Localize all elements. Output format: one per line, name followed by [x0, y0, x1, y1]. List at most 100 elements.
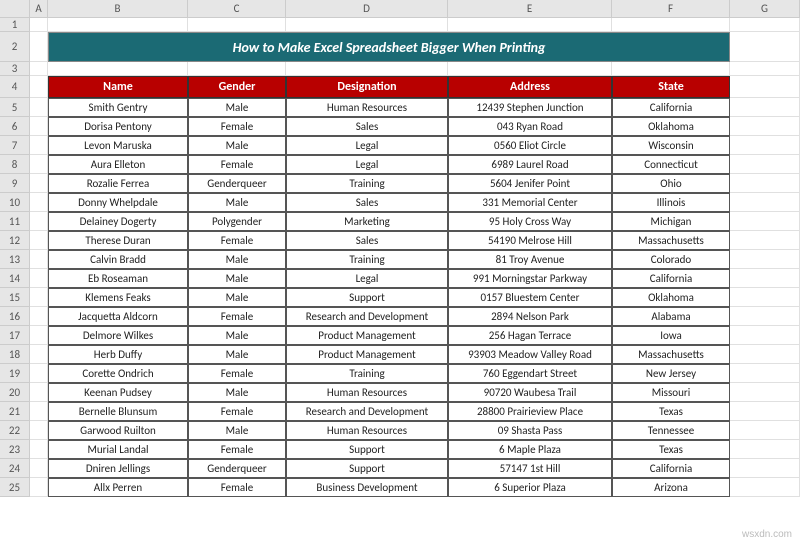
- cell-name[interactable]: Therese Duran: [48, 231, 188, 250]
- empty-cell[interactable]: [612, 62, 730, 76]
- cell-gender[interactable]: Male: [188, 269, 286, 288]
- cell-designation[interactable]: Legal: [286, 155, 448, 174]
- cell-address[interactable]: 043 Ryan Road: [448, 117, 612, 136]
- cell-gender[interactable]: Male: [188, 421, 286, 440]
- cell-gender[interactable]: Genderqueer: [188, 459, 286, 478]
- cell-gender[interactable]: Polygender: [188, 212, 286, 231]
- cell-address[interactable]: 90720 Waubesa Trail: [448, 383, 612, 402]
- row-header-23[interactable]: 23: [0, 440, 30, 459]
- empty-cell[interactable]: [730, 307, 800, 326]
- empty-cell[interactable]: [448, 18, 612, 32]
- cell-gender[interactable]: Male: [188, 326, 286, 345]
- header-state[interactable]: State: [612, 76, 730, 98]
- cell-state[interactable]: Connecticut: [612, 155, 730, 174]
- cell-state[interactable]: New Jersey: [612, 364, 730, 383]
- cell-gender[interactable]: Male: [188, 136, 286, 155]
- page-title[interactable]: How to Make Excel Spreadsheet Bigger Whe…: [48, 32, 730, 62]
- cell-designation[interactable]: Training: [286, 250, 448, 269]
- cell-gender[interactable]: Female: [188, 307, 286, 326]
- empty-cell[interactable]: [30, 459, 48, 478]
- cell-name[interactable]: Eb Roseaman: [48, 269, 188, 288]
- cell-name[interactable]: Levon Maruska: [48, 136, 188, 155]
- header-gender[interactable]: Gender: [188, 76, 286, 98]
- cell-name[interactable]: Allx Perren: [48, 478, 188, 497]
- cell-name[interactable]: Smith Gentry: [48, 98, 188, 117]
- cell-name[interactable]: Delainey Dogerty: [48, 212, 188, 231]
- cell-designation[interactable]: Business Development: [286, 478, 448, 497]
- cell-designation[interactable]: Legal: [286, 269, 448, 288]
- empty-cell[interactable]: [30, 440, 48, 459]
- row-header-15[interactable]: 15: [0, 288, 30, 307]
- cell-state[interactable]: Illinois: [612, 193, 730, 212]
- cell-designation[interactable]: Human Resources: [286, 98, 448, 117]
- row-header-9[interactable]: 9: [0, 174, 30, 193]
- cell-address[interactable]: 0560 Eliot Circle: [448, 136, 612, 155]
- empty-cell[interactable]: [730, 62, 800, 76]
- cell-name[interactable]: Dniren Jellings: [48, 459, 188, 478]
- cell-state[interactable]: Texas: [612, 402, 730, 421]
- empty-cell[interactable]: [286, 18, 448, 32]
- cell-address[interactable]: 28800 Prairieview Place: [448, 402, 612, 421]
- cell-gender[interactable]: Female: [188, 155, 286, 174]
- cell-designation[interactable]: Human Resources: [286, 421, 448, 440]
- select-all-corner[interactable]: [0, 0, 30, 17]
- cell-state[interactable]: Oklahoma: [612, 288, 730, 307]
- cell-designation[interactable]: Training: [286, 364, 448, 383]
- cell-name[interactable]: Jacquetta Aldcorn: [48, 307, 188, 326]
- cell-name[interactable]: Rozalie Ferrea: [48, 174, 188, 193]
- empty-cell[interactable]: [730, 231, 800, 250]
- empty-cell[interactable]: [30, 288, 48, 307]
- cell-gender[interactable]: Male: [188, 288, 286, 307]
- row-header-2[interactable]: 2: [0, 32, 30, 62]
- cell-gender[interactable]: Male: [188, 345, 286, 364]
- empty-cell[interactable]: [30, 155, 48, 174]
- cell-designation[interactable]: Sales: [286, 193, 448, 212]
- cell-designation[interactable]: Support: [286, 459, 448, 478]
- cell-gender[interactable]: Male: [188, 250, 286, 269]
- empty-cell[interactable]: [30, 18, 48, 32]
- row-header-11[interactable]: 11: [0, 212, 30, 231]
- row-header-21[interactable]: 21: [0, 402, 30, 421]
- empty-cell[interactable]: [30, 98, 48, 117]
- empty-cell[interactable]: [730, 76, 800, 98]
- cell-state[interactable]: Arizona: [612, 478, 730, 497]
- empty-cell[interactable]: [730, 250, 800, 269]
- cell-gender[interactable]: Female: [188, 402, 286, 421]
- empty-cell[interactable]: [730, 383, 800, 402]
- cell-designation[interactable]: Research and Development: [286, 402, 448, 421]
- cell-designation[interactable]: Product Management: [286, 345, 448, 364]
- cell-name[interactable]: Dorisa Pentony: [48, 117, 188, 136]
- cell-state[interactable]: Iowa: [612, 326, 730, 345]
- cell-state[interactable]: Alabama: [612, 307, 730, 326]
- cell-state[interactable]: California: [612, 459, 730, 478]
- cell-gender[interactable]: Female: [188, 364, 286, 383]
- cell-address[interactable]: 6 Maple Plaza: [448, 440, 612, 459]
- cell-address[interactable]: 93903 Meadow Valley Road: [448, 345, 612, 364]
- cell-name[interactable]: Bernelle Blunsum: [48, 402, 188, 421]
- row-header-10[interactable]: 10: [0, 193, 30, 212]
- row-header-13[interactable]: 13: [0, 250, 30, 269]
- row-header-12[interactable]: 12: [0, 231, 30, 250]
- cell-state[interactable]: California: [612, 269, 730, 288]
- empty-cell[interactable]: [30, 326, 48, 345]
- cell-name[interactable]: Delmore Wilkes: [48, 326, 188, 345]
- empty-cell[interactable]: [730, 269, 800, 288]
- empty-cell[interactable]: [730, 18, 800, 32]
- empty-cell[interactable]: [730, 212, 800, 231]
- row-header-1[interactable]: 1: [0, 18, 30, 32]
- empty-cell[interactable]: [730, 326, 800, 345]
- empty-cell[interactable]: [730, 155, 800, 174]
- col-header-F[interactable]: F: [612, 0, 730, 17]
- cell-state[interactable]: California: [612, 98, 730, 117]
- cell-address[interactable]: 57147 1st Hill: [448, 459, 612, 478]
- cell-state[interactable]: Massachusetts: [612, 231, 730, 250]
- row-header-20[interactable]: 20: [0, 383, 30, 402]
- cell-gender[interactable]: Male: [188, 193, 286, 212]
- col-header-A[interactable]: A: [30, 0, 48, 17]
- empty-cell[interactable]: [30, 212, 48, 231]
- cell-address[interactable]: 5604 Jenifer Point: [448, 174, 612, 193]
- row-header-6[interactable]: 6: [0, 117, 30, 136]
- cell-designation[interactable]: Product Management: [286, 326, 448, 345]
- empty-cell[interactable]: [730, 478, 800, 497]
- empty-cell[interactable]: [30, 307, 48, 326]
